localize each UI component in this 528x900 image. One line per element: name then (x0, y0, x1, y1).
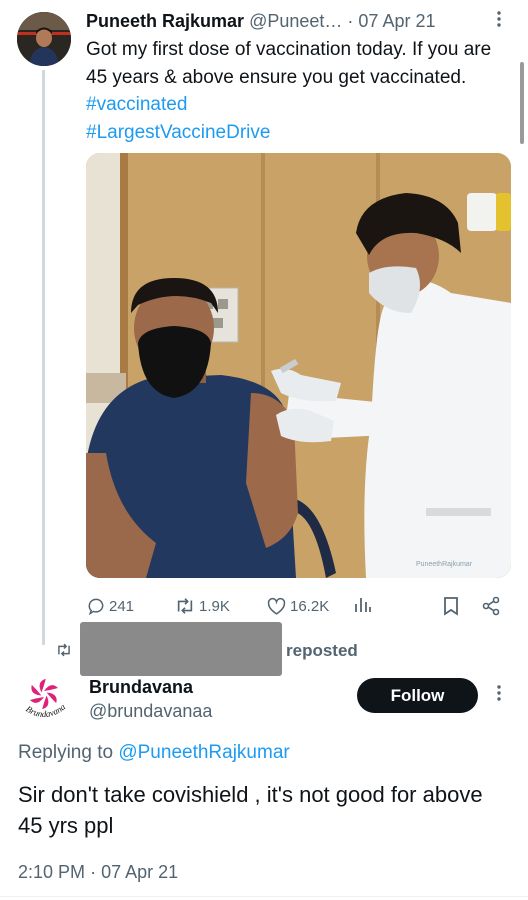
more-icon[interactable] (496, 10, 502, 33)
repost-icon (174, 596, 196, 616)
repost-indicator-icon (55, 642, 73, 663)
reply-icon (86, 596, 106, 616)
post-body: Got my first dose of vaccination today. … (86, 39, 492, 88)
bookmark-button[interactable] (443, 596, 459, 616)
header-separator: · (347, 11, 354, 31)
replying-to-handle[interactable]: @PuneethRajkumar (118, 742, 289, 763)
reply-time: 2:10 PM (18, 862, 86, 882)
thread-connector (42, 70, 45, 645)
like-icon (266, 596, 287, 616)
reply-more-icon[interactable] (496, 684, 502, 707)
image-watermark: PuneethRajkumar (416, 561, 473, 568)
hashtag-vaccinated[interactable]: #vaccinated (86, 94, 187, 115)
post-date[interactable]: 07 Apr 21 (358, 11, 435, 31)
replying-to-line: Replying to @PuneethRajkumar (18, 742, 290, 764)
views-icon (354, 596, 372, 614)
reply-button[interactable]: 241 (86, 596, 134, 616)
post-header: Puneeth Rajkumar @Puneet… · 07 Apr 21 (86, 11, 435, 32)
author-name[interactable]: Puneeth Rajkumar (86, 11, 244, 31)
bottom-divider (0, 896, 528, 897)
scrollbar-thumb[interactable] (520, 62, 524, 144)
timestamp-separator: · (90, 862, 97, 882)
share-button[interactable] (481, 596, 501, 616)
repost-count: 1.9K (199, 597, 230, 615)
repost-button[interactable]: 1.9K (174, 596, 230, 616)
replying-prefix: Replying to (18, 742, 114, 763)
reply-author-avatar[interactable]: Brundavana (18, 672, 70, 724)
reply-author-name[interactable]: Brundavana (89, 677, 193, 698)
reply-date: 07 Apr 21 (101, 862, 179, 882)
author-avatar[interactable] (17, 12, 71, 66)
post-image[interactable]: PuneethRajkumar (86, 153, 511, 578)
share-icon (481, 596, 501, 616)
redacted-username (80, 622, 282, 676)
like-count: 16.2K (290, 597, 330, 615)
reply-author-handle[interactable]: @brundavanaa (89, 701, 212, 722)
reply-timestamp[interactable]: 2:10 PM · 07 Apr 21 (18, 862, 178, 883)
views-button[interactable] (354, 596, 372, 614)
bookmark-icon (443, 596, 459, 616)
hashtag-largest-vaccine-drive[interactable]: #LargestVaccineDrive (86, 122, 270, 143)
follow-button[interactable]: Follow (357, 678, 478, 713)
reposted-label: reposted (286, 641, 358, 660)
reply-text: Sir don't take covishield , it's not goo… (18, 782, 483, 838)
like-button[interactable]: 16.2K (266, 596, 329, 616)
author-handle[interactable]: @Puneet… (249, 11, 342, 31)
post-text: Got my first dose of vaccination today. … (86, 36, 511, 146)
reply-count: 241 (109, 597, 135, 615)
